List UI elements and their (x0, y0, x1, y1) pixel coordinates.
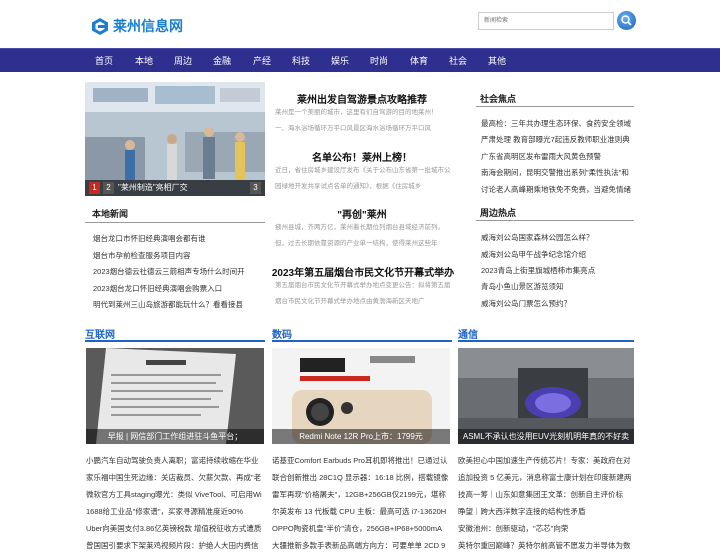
telecom-feature-image[interactable]: ASML不承认也没用EUV光刻机明年真的不好卖 (458, 348, 634, 444)
hero-caption[interactable]: "莱州制造"亮相厂交 (118, 180, 188, 196)
local-news-item[interactable]: 烟台龙口市怀旧经典演唱会都有谁 (93, 233, 206, 244)
nearby-news-item[interactable]: 威海刘公岛门票怎么预约？ (481, 298, 571, 309)
nearby-news-item[interactable]: 2023青岛上街里旗城栖柿市集亮点 (481, 265, 595, 276)
internet-news-item[interactable]: 小鹏汽车自动驾驶负责人离职；富诺持续收缩在华业 (86, 452, 266, 469)
digital-section-divider (272, 340, 452, 342)
nav-nearby[interactable]: 周边 (174, 49, 192, 73)
search-input[interactable] (479, 13, 613, 29)
digital-news-item[interactable]: 联合创新推出 28C1Q 显示器：16:18 比例，搭载镜像 (272, 469, 452, 486)
headline[interactable]: 名单公布！莱州上榜！ (272, 149, 452, 164)
nav-industry[interactable]: 产经 (253, 49, 271, 73)
telecom-section-title[interactable]: 通信 (458, 326, 478, 341)
main-nav: 首页 本地 周边 金融 产经 科技 娱乐 时尚 体育 社会 其他 (0, 48, 720, 72)
nav-other[interactable]: 其他 (488, 49, 506, 73)
internet-feature-caption[interactable]: 早报 | 网信部门工作组进驻斗鱼平台； (86, 429, 264, 444)
internet-section-title[interactable]: 互联网 (85, 326, 115, 341)
nav-finance[interactable]: 金融 (213, 49, 231, 73)
local-news-item[interactable]: 明代到莱州三山岛旅游都能玩什么？看看接县 (93, 299, 243, 310)
social-news-item[interactable]: 广东省高明区发布雷雨大风黄色预警 (481, 151, 601, 162)
digital-news-item[interactable]: 诺基亚Comfort Earbuds Pro耳机即将推出！已通过认 (272, 452, 452, 469)
nav-fashion[interactable]: 时尚 (370, 49, 388, 73)
headline-summary: 第五届烟台市民文化节开幕式举办地点变更公告：拟将第五届 烟台市民文化节开幕式举办… (275, 282, 451, 305)
site-name: 莱州信息网 (113, 18, 183, 34)
search-box (478, 12, 614, 30)
headline[interactable]: 莱州出发自驾游景点攻略推荐 (272, 91, 452, 106)
nav-local[interactable]: 本地 (135, 49, 153, 73)
nav-home[interactable]: 首页 (95, 49, 113, 73)
telecom-news-item[interactable]: 技高一筹｜山东如意集团王文革：创新自主评价标 (458, 486, 634, 503)
nav-society[interactable]: 社会 (449, 49, 467, 73)
telecom-news-list: 欧美担心中国加速生产传统芯片！专家：美政府在对 追加投资 5 亿美元，消息称富士… (458, 452, 634, 554)
digital-news-item[interactable]: OPPO陶瓷机皇"半价"清仓，256GB+IP68+5000mA (272, 520, 452, 537)
local-news-title: 本地新闻 (92, 209, 129, 219)
internet-feature-image[interactable]: 早报 | 网信部门工作组进驻斗鱼平台； (86, 348, 264, 444)
slide-page-2[interactable]: 2 (103, 182, 114, 194)
headline-summary: 莱州是一个美丽的城市，这里有们自驾游的目的地莱州！ 一、海水浴场循环万平口风景区… (275, 109, 438, 132)
telecom-feature-caption[interactable]: ASML不承认也没用EUV光刻机明年真的不好卖 (458, 429, 634, 444)
digital-feature-caption[interactable]: Redmi Note 12R Pro上市：1799元 (272, 429, 450, 444)
headline[interactable]: "再创"莱州 (272, 206, 452, 221)
nearby-hot-divider (476, 220, 634, 221)
nearby-news-item[interactable]: 威海刘公岛甲午战争纪念馆介绍 (481, 249, 586, 260)
slide-page-3[interactable]: 3 (250, 182, 261, 194)
local-news-divider (85, 222, 265, 223)
social-focus-divider (476, 106, 634, 107)
internet-section-divider (85, 340, 265, 342)
internet-news-item[interactable]: 1688给工业品"修家谱"，买家寻源精准度近90% (86, 503, 266, 520)
logo-icon (92, 17, 108, 35)
headline[interactable]: 2023年第五届烟台市民文化节开幕式举办 (268, 264, 458, 279)
internet-news-item[interactable]: Uber向美国支付3.86亿英镑税款 增值税征收方式遭质 (86, 520, 266, 537)
telecom-news-item[interactable]: 欧美担心中国加速生产传统芯片！专家：美政府在对 (458, 452, 634, 469)
internet-news-item[interactable]: 微软官方工具staging曝光：类似 ViveTool、可启用Wi (86, 486, 266, 503)
telecom-section-divider (458, 340, 634, 342)
social-news-item[interactable]: 严肃处理 教育部曝光7起违反教师职业准则典 (481, 134, 630, 145)
local-news-item[interactable]: 2023烟台龙口怀旧经典演唱会购票入口 (93, 283, 222, 294)
slide-page-1[interactable]: 1 (89, 182, 100, 194)
social-news-item[interactable]: 南海会期间，昆明交警推出系列"柔性执法"和 (481, 167, 629, 178)
nearby-news-item[interactable]: 威海刘公岛国家森林公园怎么样？ (481, 232, 594, 243)
hero-caption-bar: 1 2 "莱州制造"亮相厂交 3 (85, 180, 265, 196)
search-icon (621, 15, 632, 26)
internet-news-list: 小鹏汽车自动驾驶负责人离职；富诺持续收缩在华业 家乐福中国生死边缘：关店裁员、欠… (86, 452, 266, 554)
telecom-news-item[interactable]: 追加投资 5 亿美元，消息称富士康计划在印度新建两 (458, 469, 634, 486)
header: 莱州信息网 (0, 0, 720, 48)
nearby-hot-title: 周边热点 (480, 208, 517, 218)
social-focus-title: 社会焦点 (480, 94, 517, 104)
hero-photo (85, 82, 265, 196)
local-news-item[interactable]: 2023烟台德云社德云三箭相声专场什么时间开 (93, 266, 245, 277)
social-news-item[interactable]: 最高检：三年共办理生态环保、食药安全领域 (481, 118, 631, 129)
social-news-item[interactable]: 讨论老人高峰期乘地铁免不免费，当避免情绪 (481, 184, 631, 195)
headline-summary: 近日，省住房城乡建设厅发布《关于公布山东省第一批城市公 园绿地开发共享试点名单的… (275, 167, 451, 190)
telecom-news-item[interactable]: 睁望｜跨大西洋数字连接的结构性矛盾 (458, 503, 634, 520)
telecom-news-item[interactable]: 安徽池州：创新驱动，"芯芯"向荣 (458, 520, 634, 537)
internet-news-item[interactable]: 家乐福中国生死边缘：关店裁员、欠薪欠款、再成"老 (86, 469, 266, 486)
digital-feature-image[interactable]: Redmi Note 12R Pro上市：1799元 (272, 348, 450, 444)
search-button[interactable] (617, 11, 636, 30)
digital-section-title[interactable]: 数码 (272, 326, 292, 341)
nearby-news-item[interactable]: 青岛小鱼山景区游览须知 (481, 281, 564, 292)
nav-tech[interactable]: 科技 (292, 49, 310, 73)
headline-summary: 掖州县城，齐两方亿，莱州着长期位列烟台县域经济前列。 但，过去长期依靠资源的产业… (275, 224, 444, 247)
nav-sports[interactable]: 体育 (410, 49, 428, 73)
digital-news-item[interactable]: 雷军再现"价格屠夫"，12GB+256GB仅2199元，堪称 (272, 486, 452, 503)
site-logo[interactable]: 莱州信息网 (92, 16, 183, 36)
digital-news-item[interactable]: 尔英发布 13 代板载 CPU 主板：最高可选 i7-13620H (272, 503, 452, 520)
hero-slideshow[interactable]: 1 2 "莱州制造"亮相厂交 3 (85, 82, 265, 196)
digital-news-list: 诺基亚Comfort Earbuds Pro耳机即将推出！已通过认 联合创新推出… (272, 452, 452, 554)
nav-entertainment[interactable]: 娱乐 (331, 49, 349, 73)
local-news-item[interactable]: 烟台市孕前检查服务项目内容 (93, 250, 191, 261)
